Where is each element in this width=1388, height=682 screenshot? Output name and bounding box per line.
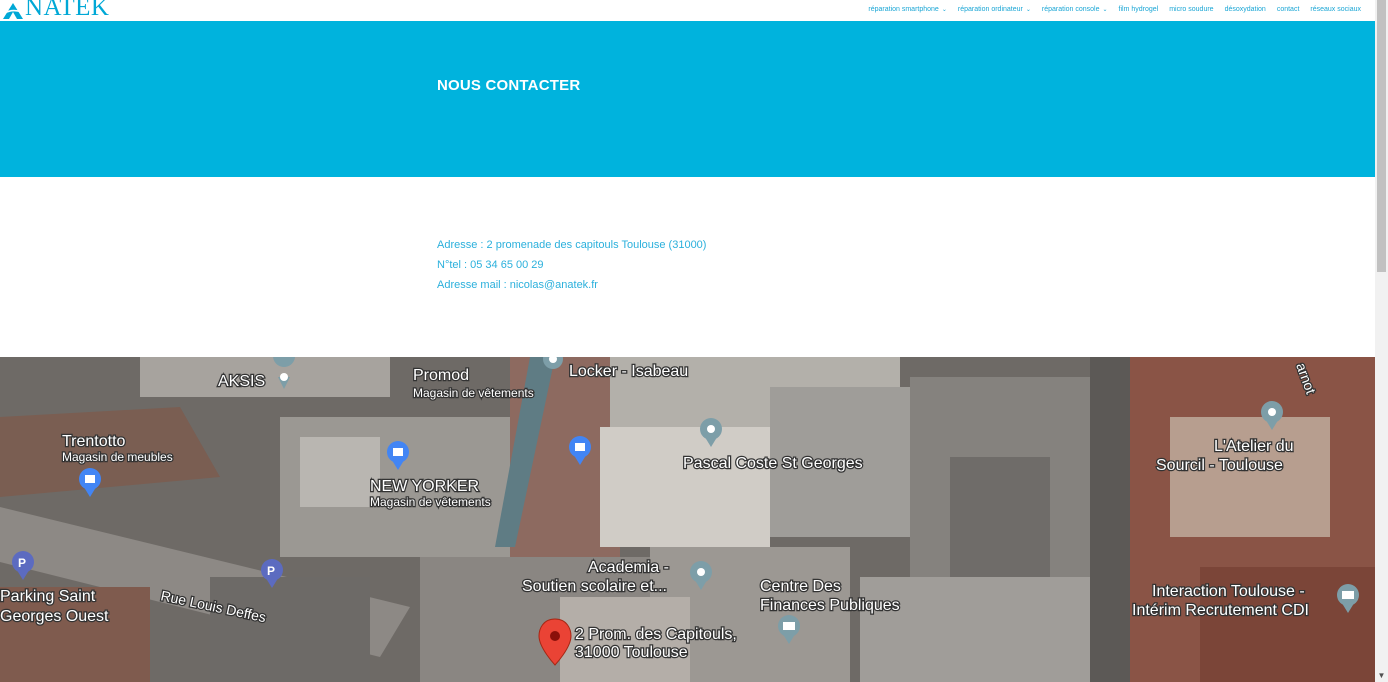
- map-canvas[interactable]: AKSIS Promod Magasin de vêtements Locker…: [0, 357, 1375, 682]
- map-label-target-2: 31000 Toulouse: [575, 644, 688, 661]
- hero-banner: NOUS CONTACTER: [0, 21, 1375, 177]
- map-label-trentotto-sub: Magasin de meubles: [62, 450, 173, 464]
- svg-text:P: P: [267, 564, 275, 578]
- site-header: NATEK réparation smartphone ⌄ réparation o…: [0, 0, 1375, 21]
- logo-text: NATEK: [25, 0, 110, 21]
- map-label-finances-1: Centre Des: [760, 578, 841, 595]
- chevron-down-icon: ⌄: [941, 7, 947, 13]
- nav-item-contact[interactable]: contact: [1277, 5, 1300, 15]
- chevron-down-icon: ⌄: [1025, 7, 1031, 13]
- map-label-promod: Promod: [413, 367, 469, 384]
- map-label-promod-sub: Magasin de vêtements: [413, 386, 534, 400]
- scrollbar-thumb[interactable]: [1377, 0, 1386, 272]
- contact-address: Adresse : 2 promenade des capitouls Toul…: [437, 239, 707, 251]
- map-label-interaction-2: Intérim Recrutement CDI: [1132, 602, 1309, 619]
- page-scrollbar[interactable]: ▼: [1375, 0, 1388, 682]
- map-label-academia-1: Academia -: [588, 559, 669, 576]
- nav-item-réparation-ordinateur[interactable]: réparation ordinateur ⌄: [958, 5, 1031, 15]
- map-label-finances-2: Finances Publiques: [760, 597, 900, 614]
- contact-phone[interactable]: N°tel : 05 34 65 00 29: [437, 259, 544, 271]
- nav-item-label: réparation smartphone: [868, 6, 939, 13]
- logo-mark-icon: [3, 3, 23, 19]
- scroll-down-arrow-icon[interactable]: ▼: [1375, 669, 1388, 682]
- page-title: NOUS CONTACTER: [437, 77, 581, 94]
- nav-item-micro-soudure[interactable]: micro soudure: [1169, 5, 1213, 15]
- map-label-parking-1: Parking Saint: [0, 588, 96, 605]
- map-label-new-yorker: NEW YORKER: [370, 478, 479, 495]
- nav-item-réparation-console[interactable]: réparation console ⌄: [1042, 5, 1108, 15]
- nav-item-label: réparation ordinateur: [957, 6, 1023, 13]
- map-label-atelier-2: Sourcil - Toulouse: [1156, 457, 1283, 474]
- map-label-target-1: 2 Prom. des Capitouls,: [575, 626, 737, 643]
- google-map[interactable]: AKSIS Promod Magasin de vêtements Locker…: [0, 357, 1375, 682]
- map-label-atelier-1: L'Atelier du: [1214, 438, 1294, 455]
- map-label-parking-2: Georges Ouest: [0, 608, 109, 625]
- svg-text:P: P: [18, 556, 26, 570]
- main-nav: réparation smartphone ⌄ réparation ordinat…: [868, 5, 1361, 15]
- map-label-pascal: Pascal Coste St Georges: [683, 455, 863, 472]
- nav-item-label: réseaux sociaux: [1310, 6, 1361, 13]
- map-label-academia-2: Soutien scolaire et...: [522, 578, 667, 595]
- nav-item-désoxydation[interactable]: désoxydation: [1225, 5, 1266, 15]
- nav-item-réseaux-sociaux[interactable]: réseaux sociaux: [1310, 5, 1361, 15]
- map-label-trentotto: Trentotto: [62, 433, 126, 450]
- map-label-interaction-1: Interaction Toulouse -: [1152, 583, 1305, 600]
- nav-item-réparation-smartphone[interactable]: réparation smartphone ⌄: [868, 5, 946, 15]
- chevron-down-icon: ⌄: [1102, 7, 1108, 13]
- nav-item-label: micro soudure: [1169, 6, 1214, 13]
- logo[interactable]: NATEK: [2, 0, 109, 20]
- map-label-new-yorker-sub: Magasin de vêtements: [370, 495, 491, 509]
- nav-item-label: réparation console: [1041, 6, 1100, 13]
- contact-email[interactable]: Adresse mail : nicolas@anatek.fr: [437, 279, 598, 291]
- map-label-locker: Locker - Isabeau: [569, 363, 688, 380]
- nav-item-label: désoxydation: [1224, 6, 1266, 13]
- nav-item-film-hydrogel[interactable]: film hydrogel: [1119, 5, 1159, 15]
- nav-item-label: film hydrogel: [1118, 6, 1159, 13]
- contact-info: Adresse : 2 promenade des capitouls Toul…: [0, 177, 1375, 357]
- map-label-aksis: AKSIS: [218, 373, 265, 390]
- nav-item-label: contact: [1276, 6, 1300, 13]
